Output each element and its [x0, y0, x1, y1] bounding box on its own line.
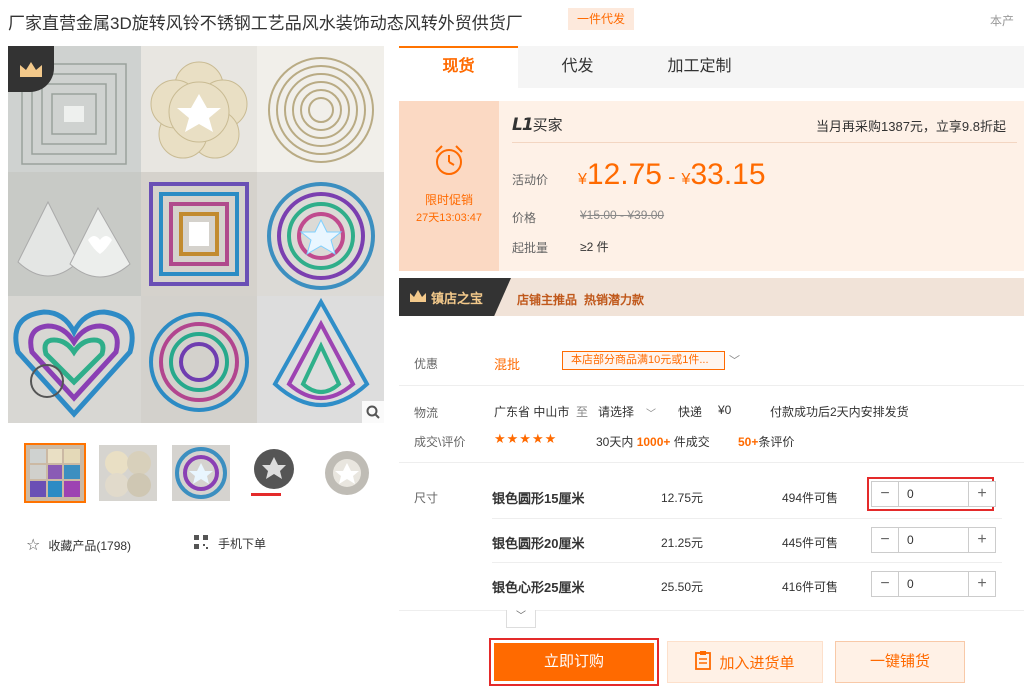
increment-button[interactable]: +: [969, 528, 995, 552]
quantity-input[interactable]: 0: [898, 528, 969, 552]
ship-time-note: 付款成功后2天内安排发货: [770, 405, 909, 419]
tab-in-stock[interactable]: 现货: [399, 46, 518, 88]
image-flower-rainbow: [257, 172, 384, 296]
tab-custom[interactable]: 加工定制: [637, 46, 762, 88]
qr-code-icon: [194, 535, 208, 552]
alarm-clock-icon: [432, 143, 466, 182]
star-outline-icon: ☆: [26, 537, 41, 554]
divider: [492, 562, 1002, 563]
banner-tag: 热销潜力款: [584, 293, 645, 307]
thumbnail[interactable]: [170, 443, 232, 503]
sku-stock: 416件可售: [782, 580, 839, 594]
chevron-down-icon[interactable]: ﹀: [646, 405, 656, 420]
image-square-rainbow: [141, 172, 257, 296]
activity-price: ¥12.75 - ¥33.15: [578, 158, 766, 191]
increment-button[interactable]: +: [969, 482, 995, 506]
play-video-icon[interactable]: [30, 364, 64, 398]
mixed-batch-link[interactable]: 混批: [494, 354, 520, 373]
coupon-tag[interactable]: 本店部分商品满10元或1件...: [562, 351, 725, 370]
one-click-distribute-button[interactable]: 一键铺货: [835, 641, 965, 683]
image-flower-gold: [141, 46, 257, 172]
tier-discount-note[interactable]: 当月再采购1387元，立享9.8折起: [816, 116, 1006, 135]
destination-select[interactable]: 请选择: [598, 403, 634, 420]
product-title: 厂家直营金属3D旋转风铃不锈钢工艺品风水装饰动态风转外贸供货厂: [8, 14, 523, 33]
moq-label: 起批量: [512, 241, 549, 255]
store-treasure-badge: 镇店之宝: [399, 278, 511, 316]
original-price: ¥15.00 - ¥39.00: [580, 208, 665, 222]
order-now-button[interactable]: 立即订购: [494, 643, 654, 681]
divider: [512, 142, 1017, 143]
thumbnail[interactable]: [97, 443, 159, 503]
divider: [399, 385, 1024, 386]
thumbnail[interactable]: [243, 443, 305, 503]
buyer-level-mark: L1: [512, 115, 534, 135]
shipping-fee: ¥0: [718, 403, 732, 417]
deal-count[interactable]: 30天内 1000+ 件成交: [596, 433, 710, 450]
thumbnail[interactable]: [24, 443, 86, 503]
chevron-down-icon[interactable]: ﹀: [729, 352, 740, 368]
moq-value: ≥2 件: [580, 240, 609, 254]
favorite-button[interactable]: ☆ 收藏产品(1798): [26, 535, 131, 555]
image-drop-heart-silver: [8, 172, 141, 296]
rating-stars: ★★★★★: [494, 431, 558, 446]
increment-button[interactable]: +: [969, 572, 995, 596]
reviews-label: 成交\评价: [414, 435, 466, 449]
ship-origin: 广东省 中山市: [494, 405, 570, 419]
divider: [399, 610, 1024, 611]
right-note: 本产: [990, 14, 1015, 28]
sku-price: 12.75元: [661, 491, 704, 505]
buyer-level: L1买家: [512, 114, 563, 135]
image-heart-rainbow: [8, 296, 141, 423]
size-label: 尺寸: [414, 491, 439, 505]
promo-panel: [399, 101, 499, 271]
sku-name: 银色圆形20厘米: [492, 536, 585, 551]
quantity-input[interactable]: 0: [898, 572, 969, 596]
dropship-badge[interactable]: 一件代发: [568, 8, 635, 30]
discount-label: 优惠: [414, 357, 439, 371]
add-to-cart-button[interactable]: 加入进货单: [667, 641, 823, 683]
product-main-image[interactable]: [8, 46, 384, 423]
sku-stock: 445件可售: [782, 536, 839, 550]
order-now-highlight: 立即订购: [489, 638, 659, 686]
divider: [399, 462, 1024, 463]
quantity-stepper: − 0 +: [871, 481, 996, 507]
review-count[interactable]: 50+条评价: [738, 433, 794, 450]
sku-name: 银色圆形15厘米: [492, 491, 585, 506]
activity-price-label: 活动价: [512, 173, 549, 187]
thumbnail[interactable]: [316, 443, 378, 503]
sku-price: 21.25元: [661, 536, 704, 550]
clipboard-icon: [695, 650, 712, 674]
quantity-input[interactable]: 0: [898, 482, 969, 506]
purchase-tabs: 现货 代发 加工定制: [399, 46, 1024, 88]
mobile-order-button[interactable]: 手机下单: [194, 535, 266, 552]
image-round-rainbow: [141, 296, 257, 423]
sku-stock: 494件可售: [782, 491, 839, 505]
banner-tag: 店铺主推品: [517, 293, 578, 307]
thumbnail-strip: [24, 443, 378, 503]
zoom-icon[interactable]: [362, 401, 384, 423]
original-price-label: 价格: [512, 211, 537, 225]
tab-dropship[interactable]: 代发: [518, 46, 637, 88]
buyer-level-text: 买家: [532, 117, 563, 134]
sku-price: 25.50元: [661, 580, 704, 594]
decrement-button[interactable]: −: [872, 528, 898, 552]
decrement-button[interactable]: −: [872, 572, 898, 596]
decrement-button[interactable]: −: [872, 482, 898, 506]
favorite-label: 收藏产品(1798): [48, 538, 132, 553]
ship-to-label: 至: [576, 405, 589, 419]
express-label: 快递: [678, 405, 703, 419]
promo-label: 限时促销: [424, 193, 473, 207]
quantity-stepper: − 0 +: [871, 571, 996, 597]
mobile-order-label: 手机下单: [218, 537, 267, 551]
image-circle-gold: [257, 46, 384, 172]
promo-countdown: 27天13:03:47: [415, 212, 483, 224]
sku-name: 银色心形25厘米: [492, 580, 585, 595]
quantity-stepper: − 0 +: [871, 527, 996, 553]
logistics-label: 物流: [414, 406, 439, 420]
expand-sizes-chevron-icon[interactable]: ﹀: [506, 610, 536, 628]
crown-icon: [409, 289, 427, 306]
divider: [492, 518, 1002, 519]
